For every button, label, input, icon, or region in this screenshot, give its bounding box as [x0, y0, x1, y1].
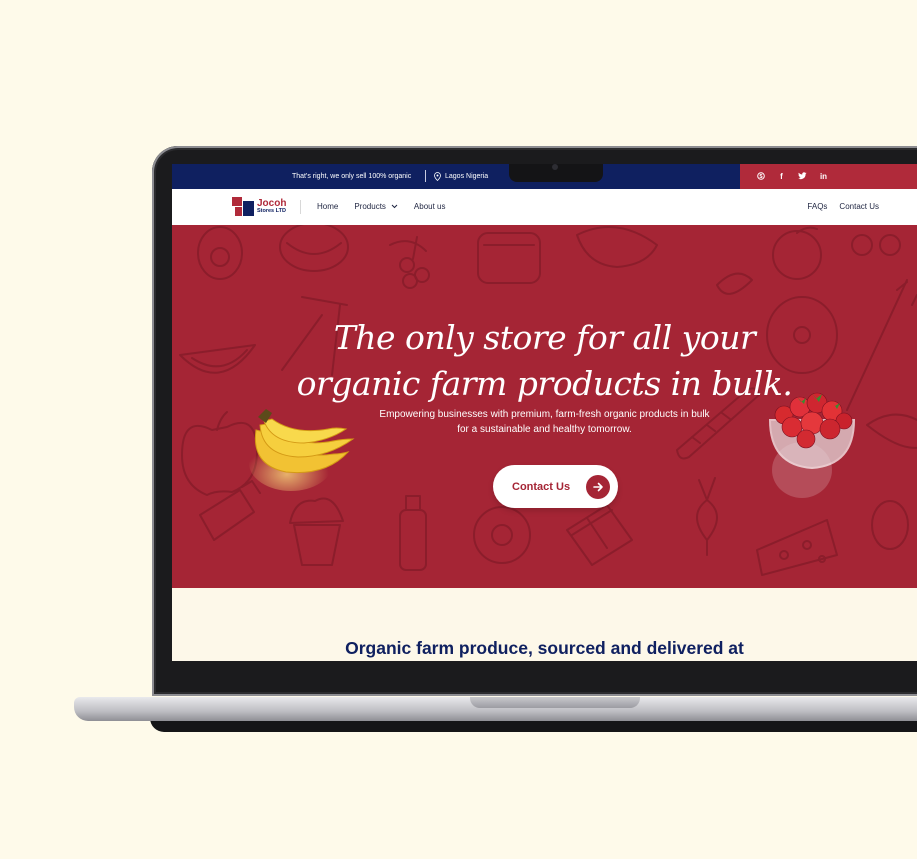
- logo-mark: [232, 197, 254, 216]
- hero-section: The only store for all your organic farm…: [172, 225, 917, 588]
- laptop-screen: That's right, we only sell 100% organic …: [172, 164, 917, 661]
- hero-subtitle-line-1: Empowering businesses with premium, farm…: [379, 409, 710, 420]
- nav-about[interactable]: About us: [414, 202, 446, 211]
- twitter-icon[interactable]: [798, 171, 807, 182]
- logo[interactable]: Jocoh Stores LTD: [232, 197, 286, 216]
- logo-subtitle: Stores LTD: [257, 207, 286, 214]
- linkedin-icon[interactable]: in: [819, 172, 828, 181]
- nav-links: Home Products About us: [317, 202, 446, 211]
- topbar-divider: [425, 170, 426, 182]
- skype-icon[interactable]: S: [756, 171, 765, 182]
- nav-products[interactable]: Products: [354, 202, 398, 211]
- topbar-location: Lagos Nigeria: [434, 172, 488, 181]
- nav-products-label: Products: [354, 202, 386, 211]
- camera-notch: [509, 164, 603, 182]
- location-pin-icon: [434, 172, 441, 181]
- logo-text: Jocoh Stores LTD: [257, 198, 286, 215]
- main-navbar: Jocoh Stores LTD Home Products About us …: [172, 189, 917, 226]
- banana-image: [249, 409, 355, 491]
- nav-separator: [300, 200, 301, 214]
- hero-title-line-1: The only store for all your: [333, 318, 756, 357]
- chevron-down-icon: [391, 204, 398, 209]
- hero-subtitle: Empowering businesses with premium, farm…: [352, 407, 737, 437]
- topbar-tagline: That's right, we only sell 100% organic: [292, 173, 412, 180]
- nav-home[interactable]: Home: [317, 202, 338, 211]
- facebook-icon[interactable]: f: [777, 172, 786, 181]
- contact-us-button-label: Contact Us: [512, 480, 571, 493]
- contact-us-button[interactable]: Contact Us: [493, 465, 618, 508]
- section-heading: Organic farm produce, sourced and delive…: [345, 638, 744, 658]
- nav-contact[interactable]: Contact Us: [839, 202, 879, 211]
- nav-right-links: FAQs Contact Us: [807, 202, 879, 211]
- hero-subtitle-line-2: for a sustainable and healthy tomorrow.: [457, 424, 632, 435]
- topbar-location-text: Lagos Nigeria: [445, 173, 489, 180]
- svg-text:S: S: [759, 173, 763, 179]
- arrow-right-icon: [586, 474, 611, 499]
- laptop-opening-lip: [470, 697, 640, 708]
- hero-title-line-2: organic farm products in bulk.: [296, 364, 793, 403]
- nav-faqs[interactable]: FAQs: [807, 202, 827, 211]
- social-links: S f in: [740, 164, 917, 189]
- hero-title: The only store for all your organic farm…: [172, 315, 917, 407]
